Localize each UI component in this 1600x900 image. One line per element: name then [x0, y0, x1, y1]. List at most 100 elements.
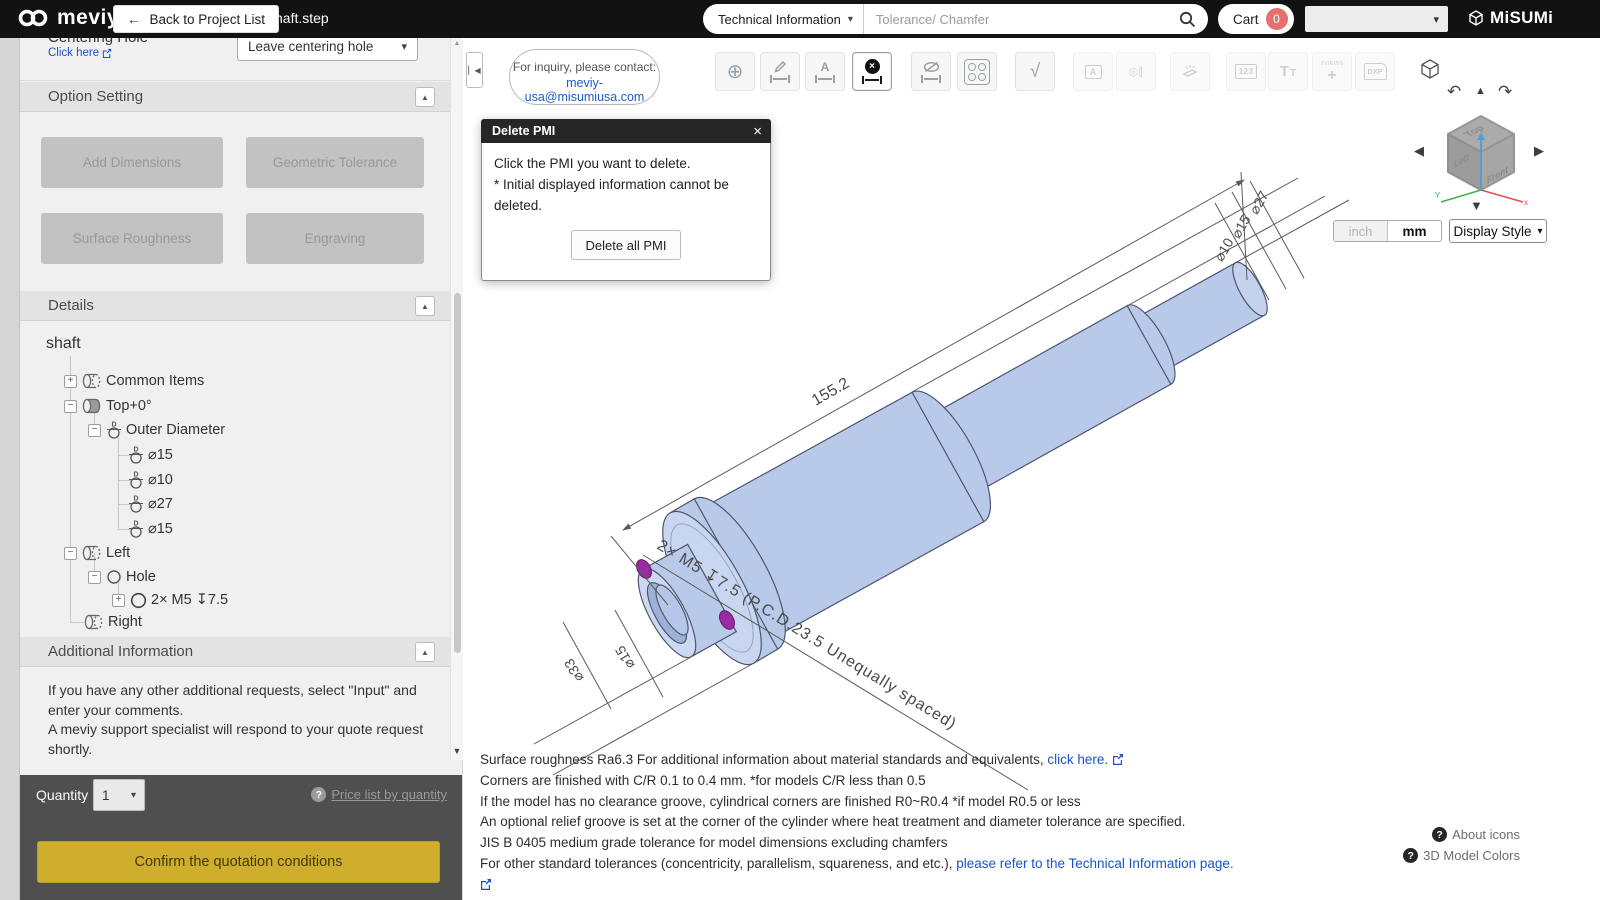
collapse-additional-info-button[interactable]: ▲: [415, 642, 435, 662]
engraving-stamp-button[interactable]: [1170, 52, 1210, 91]
diameter-icon: D: [106, 420, 122, 440]
section-header-details: Details ▲: [20, 291, 462, 321]
collapse-icon[interactable]: −: [64, 546, 77, 560]
meviy-logo-icon: [18, 9, 48, 27]
help-icon: ?: [1432, 827, 1448, 842]
surface-check-button[interactable]: √: [1015, 52, 1055, 91]
scrollbar-thumb[interactable]: [454, 293, 461, 653]
dxf-file-icon: DXF: [1363, 63, 1387, 80]
scroll-down-icon[interactable]: ▼: [451, 746, 463, 756]
dialog-title: Delete PMI: [492, 124, 556, 138]
expand-icon[interactable]: +: [112, 593, 125, 607]
surface-roughness-button[interactable]: Surface Roughness: [41, 213, 223, 264]
dim-dia15-top: ⌀15: [1228, 212, 1254, 241]
geometric-tolerance-icon: ◎∥: [1128, 66, 1144, 78]
open-file-name: shaft.step: [268, 10, 329, 26]
hide-dimension-button[interactable]: [911, 52, 951, 91]
chevron-down-icon: ▾: [847, 13, 853, 25]
tree-item-top-0[interactable]: − Top+0°: [64, 395, 152, 417]
account-select[interactable]: ▾: [1305, 6, 1448, 32]
about-icons-link[interactable]: ? About icons: [1432, 827, 1520, 842]
tree-item-hole[interactable]: − Hole: [88, 566, 156, 588]
six-views-icon: +: [1327, 66, 1337, 84]
geometric-tolerance-tool-button[interactable]: ◎∥: [1116, 52, 1156, 91]
collapse-icon[interactable]: −: [64, 399, 77, 413]
letter-a-icon: A: [820, 59, 830, 74]
chevron-down-icon: ▾: [1433, 13, 1439, 26]
tree-item-d27[interactable]: D ⌀27: [128, 493, 173, 515]
search-category-select[interactable]: Technical Information ▾: [703, 4, 864, 34]
collapse-details-button[interactable]: ▲: [415, 296, 435, 316]
delete-all-pmi-button[interactable]: Delete all PMI: [571, 230, 681, 260]
rotate-cw-icon[interactable]: ↷: [1498, 82, 1512, 102]
centering-hole-help-link[interactable]: Click here: [48, 47, 112, 59]
collapse-icon[interactable]: −: [88, 423, 101, 437]
tree-item-outer-diameter[interactable]: − D Outer Diameter: [88, 419, 225, 441]
model-colors-link[interactable]: ? 3D Model Colors: [1403, 848, 1520, 863]
rotate-up-icon[interactable]: ▲: [1475, 85, 1486, 97]
collapse-option-setting-button[interactable]: ▲: [415, 87, 435, 107]
text-size-button[interactable]: TT: [1268, 52, 1308, 91]
tree-line: [118, 435, 119, 529]
tree-item-d15b[interactable]: D ⌀15: [128, 518, 173, 540]
external-link-icon: [102, 48, 112, 58]
tree-item-right[interactable]: Right: [84, 611, 142, 633]
scroll-up-icon[interactable]: ▲: [451, 40, 463, 47]
dimension-value-button[interactable]: 123: [1226, 52, 1266, 91]
text-dimension-button[interactable]: A: [805, 52, 845, 91]
dim-dia10: ⌀10: [1211, 235, 1237, 264]
hole-pattern-button[interactable]: [957, 52, 997, 91]
click-here-link[interactable]: click here.: [1047, 752, 1108, 767]
meviy-logo[interactable]: meviy: [16, 6, 119, 30]
stamp-icon: [1182, 64, 1198, 77]
chevron-down-icon: ▾: [401, 41, 407, 53]
tree-item-m5-hole[interactable]: + 2× M5 ↧7.5: [112, 589, 228, 611]
cylinder-icon: [84, 614, 104, 630]
dxf-export-button[interactable]: DXF: [1355, 52, 1395, 91]
centering-hole-select[interactable]: Leave centering hole ▾: [237, 38, 418, 61]
diameter-icon: D: [128, 519, 144, 539]
collapsed-left-rail: [0, 38, 20, 900]
geometric-tolerance-button[interactable]: Geometric Tolerance: [246, 137, 424, 188]
back-to-project-list-button[interactable]: ← Back to Project List: [113, 5, 280, 33]
six-views-download-button[interactable]: 6VIEWS +: [1312, 52, 1352, 91]
help-icon: ?: [311, 787, 327, 802]
settings-sidebar: Centering Hole Click here Leave centerin…: [20, 38, 463, 900]
datum-label-button[interactable]: A: [1073, 52, 1113, 91]
delete-pmi-tool-button[interactable]: ×: [852, 52, 892, 91]
iso-view-icon[interactable]: [1419, 58, 1441, 80]
search-icon[interactable]: [1179, 11, 1196, 28]
collapse-sidebar-handle[interactable]: ▏◀: [466, 52, 483, 88]
delete-pmi-dialog: Delete PMI × Click the PMI you want to d…: [481, 119, 771, 281]
sidebar-scrollbar[interactable]: ▲ ▼: [450, 38, 463, 760]
edit-dimension-button[interactable]: [760, 52, 800, 91]
rotate-ccw-icon[interactable]: ↶: [1447, 82, 1461, 102]
price-list-link[interactable]: ? Price list by quantity: [311, 787, 447, 802]
tree-item-left[interactable]: − Left: [64, 542, 130, 564]
dim-dia33: ⌀33: [561, 656, 587, 685]
quantity-label: Quantity: [36, 787, 89, 803]
collapse-icon[interactable]: −: [88, 570, 101, 584]
close-icon[interactable]: ×: [753, 124, 762, 139]
chevron-down-icon: ▾: [130, 789, 136, 801]
tree-item-d15[interactable]: D ⌀15: [128, 444, 173, 466]
dialog-header[interactable]: Delete PMI ×: [481, 119, 771, 143]
cart-button[interactable]: Cart 0: [1218, 4, 1294, 34]
dim-dia15-left: ⌀15: [612, 643, 638, 672]
tree-item-d10[interactable]: D ⌀10: [128, 469, 173, 491]
dimension-value-icon: 123: [1234, 64, 1258, 79]
eye-slash-icon: [923, 61, 939, 72]
datum-target-button[interactable]: ⊕: [715, 52, 755, 91]
help-icon: ?: [1403, 848, 1419, 863]
datum-label-icon: A: [1084, 64, 1102, 79]
technical-information-link[interactable]: please refer to the Technical Informatio…: [956, 856, 1233, 871]
confirm-quotation-button[interactable]: Confirm the quotation conditions: [37, 841, 440, 883]
tree-item-common-items[interactable]: + Common Items: [64, 370, 204, 392]
search-input[interactable]: [863, 11, 1179, 27]
add-dimensions-button[interactable]: Add Dimensions: [41, 137, 223, 188]
back-arrow-icon: ←: [127, 11, 141, 27]
engraving-button[interactable]: Engraving: [246, 213, 424, 264]
quantity-select[interactable]: 1 ▾: [93, 779, 145, 811]
dimension-line-icon: [921, 74, 941, 83]
expand-icon[interactable]: +: [64, 374, 77, 388]
